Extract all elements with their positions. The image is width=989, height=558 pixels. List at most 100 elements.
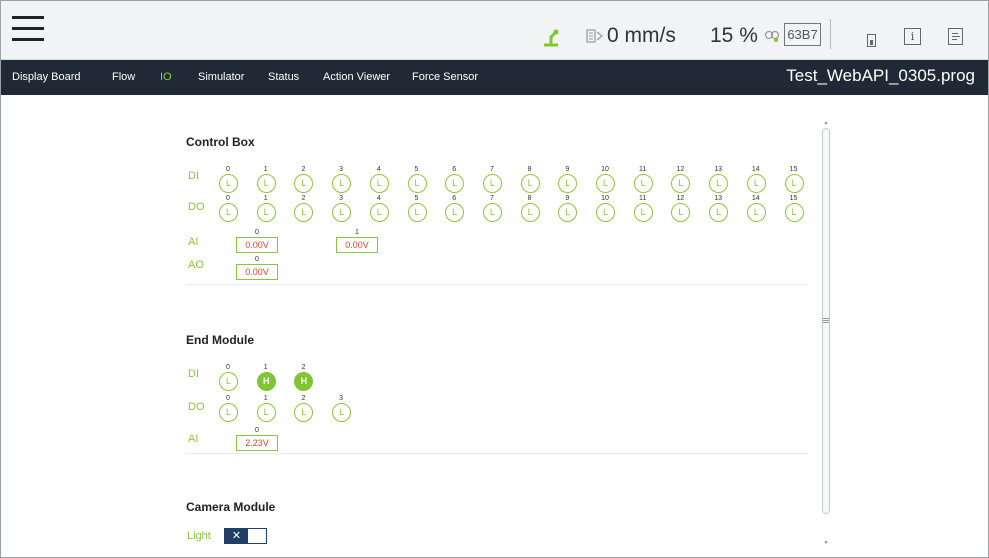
section-divider [186, 284, 808, 285]
port-number: 7 [489, 166, 494, 173]
port-state-indicator[interactable]: L [746, 203, 766, 222]
port-state-indicator[interactable]: L [256, 403, 276, 422]
io-port: 1L [256, 195, 276, 225]
port-state-indicator[interactable]: L [369, 174, 389, 193]
port-number: 1 [263, 364, 268, 371]
port-state-indicator[interactable]: L [482, 174, 502, 193]
nav-simulator[interactable]: Simulator [198, 71, 244, 83]
port-state-indicator[interactable]: L [219, 372, 238, 391]
port-state-indicator[interactable]: L [369, 203, 389, 222]
port-number: 4 [376, 166, 381, 173]
port-state-indicator[interactable]: L [407, 203, 427, 222]
port-number: 1 [263, 166, 268, 173]
port-state-indicator[interactable]: L [784, 174, 804, 193]
io-port: 7L [482, 195, 502, 225]
port-state-indicator[interactable]: L [294, 403, 314, 422]
io-port: 3L [331, 195, 352, 225]
port-state-indicator[interactable]: L [709, 174, 729, 193]
nav-status[interactable]: Status [268, 71, 299, 83]
control-box-ai-label: AI [188, 236, 199, 248]
port-number: 6 [452, 166, 457, 173]
end-module-ai-label: AI [188, 433, 199, 445]
scroll-up-icon[interactable]: ▲ [823, 120, 829, 126]
nav-display-board[interactable]: Display Board [12, 71, 80, 83]
port-state-indicator[interactable]: L [256, 174, 276, 193]
log-icon[interactable] [948, 28, 963, 45]
port-number: 3 [339, 166, 344, 173]
port-state-indicator[interactable]: L [256, 203, 276, 222]
io-port: 9L [557, 166, 578, 196]
port-state-indicator[interactable]: L [294, 174, 314, 193]
io-port: 7L [482, 166, 502, 196]
analog-value: 0.00V [236, 237, 278, 253]
port-number: 15 [789, 166, 798, 173]
analog-value[interactable]: 0.00V [236, 264, 278, 280]
port-state-indicator[interactable]: L [332, 403, 352, 422]
io-port: 0L [218, 166, 238, 196]
port-state-indicator[interactable]: L [219, 403, 238, 422]
nav-action-viewer[interactable]: Action Viewer [323, 71, 390, 83]
control-box-ai-channel: 1 0.00V [336, 229, 378, 257]
nav-io[interactable]: IO [160, 71, 172, 83]
port-number: 4 [376, 195, 381, 202]
info-icon[interactable]: i [904, 28, 921, 45]
port-state-indicator[interactable]: L [445, 174, 465, 193]
end-module-di-label: DI [188, 368, 199, 380]
control-box-title: Control Box [186, 135, 255, 149]
port-number: 0 [226, 395, 230, 402]
port-state-indicator[interactable]: L [596, 174, 615, 193]
nav-flow[interactable]: Flow [112, 71, 135, 83]
port-state-indicator[interactable]: L [332, 174, 352, 193]
menu-icon[interactable] [12, 16, 44, 42]
port-state-indicator[interactable]: L [709, 203, 729, 222]
port-number: 5 [414, 195, 419, 202]
channel-number: 0 [255, 229, 259, 236]
port-state-indicator[interactable]: L [294, 203, 314, 222]
port-state-indicator[interactable]: L [746, 174, 766, 193]
speed-percent: 15 % [710, 24, 758, 47]
port-number: 12 [676, 195, 685, 202]
port-state-indicator[interactable]: L [520, 174, 540, 193]
port-state-indicator[interactable]: L [558, 174, 578, 193]
port-state-indicator[interactable]: L [482, 203, 502, 222]
io-port: 13 L [708, 195, 729, 225]
io-port: 11 L [633, 166, 653, 196]
port-number: 10 [601, 166, 609, 173]
io-port: 1L [256, 395, 276, 425]
io-port: 2L [293, 166, 314, 196]
port-state-indicator[interactable]: L [633, 203, 653, 222]
port-number: 2 [301, 395, 306, 402]
port-state-indicator[interactable]: L [558, 203, 578, 222]
port-state-indicator[interactable]: H [294, 372, 314, 391]
io-port: 10 L [595, 166, 615, 196]
nav-force-sensor[interactable]: Force Sensor [412, 71, 478, 83]
port-state-indicator[interactable]: L [332, 203, 352, 222]
port-state-indicator[interactable]: L [671, 203, 691, 222]
camera-module-title: Camera Module [186, 500, 276, 514]
control-box-di-label: DI [188, 170, 199, 182]
port-state-indicator[interactable]: L [596, 203, 615, 222]
app-window: 0 mm/s 15 % 63B7 i Display Board Flow IO… [0, 0, 989, 558]
speed-icon [586, 29, 603, 43]
port-number: 9 [565, 195, 570, 202]
port-state-indicator[interactable]: L [219, 174, 238, 193]
port-number: 1 [263, 395, 268, 402]
port-number: 8 [527, 195, 532, 202]
io-port: 4L [369, 195, 389, 225]
scroll-down-icon[interactable]: ▼ [823, 540, 829, 546]
port-state-indicator[interactable]: L [445, 203, 465, 222]
io-port: 14 L [746, 166, 766, 196]
port-state-indicator[interactable]: L [219, 203, 238, 222]
port-state-indicator[interactable]: L [633, 174, 653, 193]
port-state-indicator[interactable]: L [784, 203, 804, 222]
light-toggle[interactable]: ✕ [224, 528, 267, 544]
control-box-ao-label: AO [188, 259, 204, 271]
port-state-indicator[interactable]: L [520, 203, 540, 222]
connection-icon [764, 30, 780, 42]
port-number: 13 [714, 166, 722, 173]
port-state-indicator[interactable]: H [256, 372, 276, 391]
port-number: 5 [414, 166, 419, 173]
header-separator [830, 19, 831, 49]
port-state-indicator[interactable]: L [671, 174, 691, 193]
port-state-indicator[interactable]: L [407, 174, 427, 193]
